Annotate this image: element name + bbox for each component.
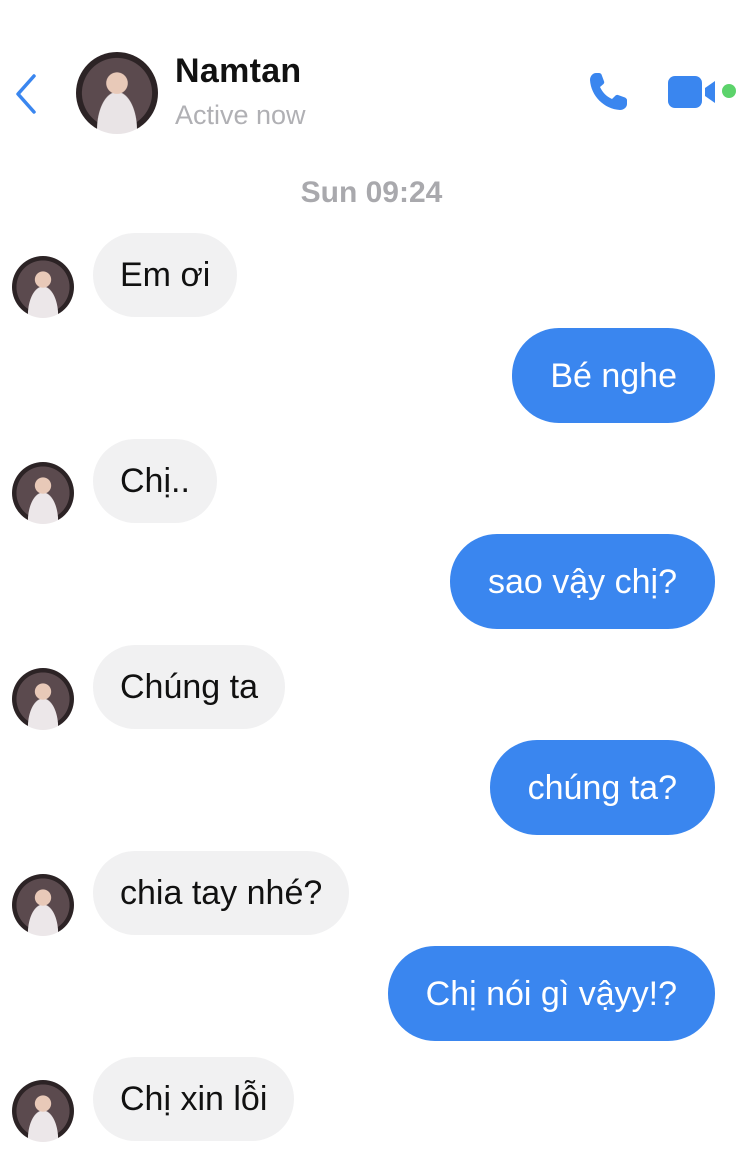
video-camera-icon — [668, 76, 715, 108]
incoming-message[interactable]: Chúng ta — [93, 645, 285, 729]
incoming-message[interactable]: Em ơi — [93, 233, 238, 317]
incoming-message[interactable]: chia tay nhé? — [93, 851, 350, 935]
contact-name[interactable]: Namtan — [175, 52, 302, 91]
outgoing-message[interactable]: Bé nghe — [512, 328, 715, 423]
chevron-left-icon — [16, 74, 36, 114]
phone-icon — [590, 73, 627, 110]
incoming-message[interactable]: Chị xin lỗi — [93, 1057, 295, 1141]
message-avatar[interactable] — [12, 874, 74, 936]
active-status: Active now — [175, 100, 306, 130]
message-avatar[interactable] — [12, 1080, 74, 1142]
message-avatar[interactable] — [12, 462, 74, 524]
contact-avatar[interactable] — [76, 52, 158, 134]
chat-header: Namtan Active now — [0, 0, 743, 160]
video-call-button[interactable] — [665, 72, 721, 112]
outgoing-message[interactable]: sao vậy chị? — [450, 534, 715, 629]
back-button[interactable] — [12, 72, 42, 116]
outgoing-message[interactable]: chúng ta? — [489, 740, 715, 835]
outgoing-message[interactable]: Chị nói gì vậyy!? — [387, 946, 715, 1041]
incoming-message[interactable]: Chị.. — [93, 439, 217, 523]
online-indicator — [722, 84, 736, 98]
voice-call-button[interactable] — [584, 68, 632, 116]
message-avatar[interactable] — [12, 256, 74, 318]
message-avatar[interactable] — [12, 668, 74, 730]
message-timestamp: Sun 09:24 — [300, 176, 443, 209]
